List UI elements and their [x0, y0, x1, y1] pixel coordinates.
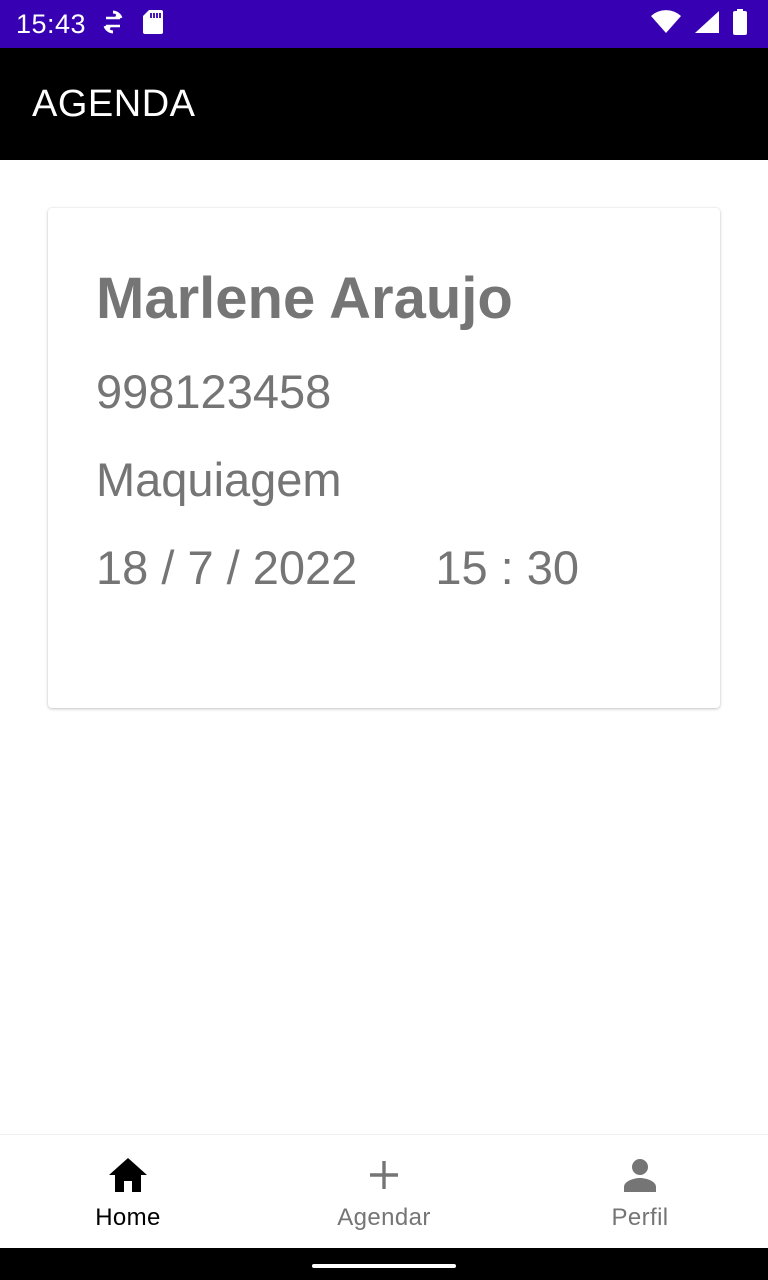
system-navigation-bar	[0, 1248, 768, 1280]
appointment-date: 18 / 7 / 2022	[96, 541, 358, 594]
plus-icon	[366, 1157, 402, 1198]
nav-label-perfil: Perfil	[611, 1204, 669, 1231]
battery-icon	[732, 8, 748, 40]
nav-label-home: Home	[95, 1204, 161, 1231]
client-name: Marlene Araujo	[96, 266, 513, 331]
sync-icon	[102, 9, 124, 40]
status-time: 15:43	[16, 8, 87, 39]
home-gesture-handle[interactable]	[312, 1264, 456, 1268]
client-phone: 998123458	[96, 365, 332, 418]
signal-icon	[694, 10, 720, 39]
status-right-icons	[650, 8, 748, 40]
home-icon	[108, 1157, 148, 1198]
appointment-datetime: 18 / 7 / 2022 15 : 30	[96, 540, 672, 596]
sd-card-icon	[142, 9, 164, 40]
service-name: Maquiagem	[96, 453, 342, 506]
wifi-icon	[650, 9, 682, 39]
bottom-navigation: Home Agendar Perfil	[0, 1134, 768, 1248]
nav-item-agendar[interactable]: Agendar	[256, 1135, 512, 1248]
status-left-icons	[102, 9, 164, 40]
appointment-card[interactable]: Marlene Araujo 998123458 Maquiagem 18 / …	[48, 208, 720, 708]
appointment-time: 15 : 30	[435, 541, 580, 594]
nav-label-agendar: Agendar	[337, 1204, 431, 1231]
status-bar: 15:43	[0, 0, 768, 48]
app-title: AGENDA	[32, 82, 196, 125]
nav-item-home[interactable]: Home	[0, 1135, 256, 1248]
person-icon	[622, 1157, 658, 1198]
nav-item-perfil[interactable]: Perfil	[512, 1135, 768, 1248]
app-bar: AGENDA	[0, 48, 768, 160]
